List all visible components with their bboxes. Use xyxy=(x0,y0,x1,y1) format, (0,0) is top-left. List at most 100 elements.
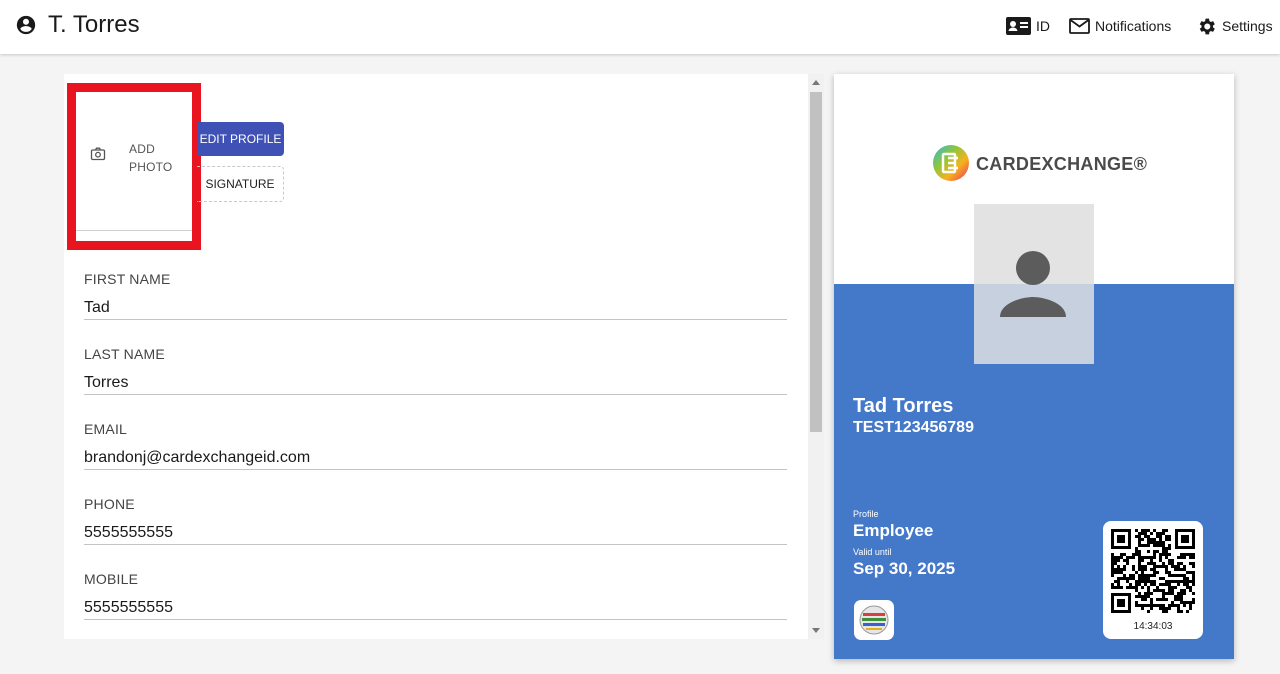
last-name-field: LAST NAME xyxy=(84,346,787,395)
qr-module xyxy=(1180,553,1183,556)
qr-module xyxy=(1126,559,1129,562)
qr-module xyxy=(1183,556,1186,559)
qr-module xyxy=(1162,550,1165,553)
qr-module xyxy=(1165,553,1168,556)
qr-module xyxy=(1189,589,1192,592)
card-holder-id: TEST123456789 xyxy=(853,419,974,436)
qr-module xyxy=(1168,538,1171,541)
qr-module xyxy=(1138,556,1141,559)
qr-module xyxy=(1159,556,1162,559)
qr-module xyxy=(1171,592,1174,595)
qr-timestamp: 14:34:03 xyxy=(1133,621,1173,632)
qr-module xyxy=(1189,607,1192,610)
qr-module xyxy=(1141,571,1144,574)
qr-module xyxy=(1141,604,1144,607)
qr-module xyxy=(1162,604,1165,607)
qr-module xyxy=(1186,580,1189,583)
qr-module xyxy=(1192,553,1195,556)
qr-module xyxy=(1135,604,1138,607)
qr-module xyxy=(1159,541,1162,544)
qr-module xyxy=(1141,607,1144,610)
scroll-up-arrow-icon[interactable] xyxy=(812,80,820,85)
qr-module xyxy=(1165,571,1168,574)
nav-settings-link[interactable]: Settings xyxy=(1196,13,1273,39)
first-name-input[interactable] xyxy=(84,296,787,320)
phone-input[interactable] xyxy=(84,521,787,545)
qr-module xyxy=(1186,553,1189,556)
qr-module xyxy=(1159,538,1162,541)
top-bar: T. Torres ID Notifications Settings xyxy=(0,0,1280,54)
qr-module xyxy=(1150,580,1153,583)
qr-module xyxy=(1183,553,1186,556)
qr-module xyxy=(1180,589,1183,592)
qr-module xyxy=(1165,556,1168,559)
qr-module xyxy=(1150,562,1153,565)
qr-module xyxy=(1111,559,1114,562)
qr-module xyxy=(1153,562,1156,565)
qr-module xyxy=(1165,547,1168,550)
qr-module xyxy=(1174,574,1177,577)
qr-module xyxy=(1189,571,1192,574)
qr-module xyxy=(1117,556,1120,559)
account-circle-icon[interactable] xyxy=(15,14,37,36)
qr-module xyxy=(1168,580,1171,583)
signature-button[interactable]: SIGNATURE xyxy=(197,166,284,202)
qr-module xyxy=(1174,604,1177,607)
qr-module xyxy=(1138,535,1141,538)
qr-module xyxy=(1138,532,1141,535)
qr-module xyxy=(1126,562,1129,565)
qr-module xyxy=(1162,562,1165,565)
qr-module xyxy=(1117,571,1120,574)
last-name-input[interactable] xyxy=(84,371,787,395)
nav-notifications-link[interactable]: Notifications xyxy=(1069,13,1171,39)
qr-module xyxy=(1162,583,1165,586)
qr-module xyxy=(1123,553,1126,556)
email-input[interactable] xyxy=(84,446,787,470)
qr-module xyxy=(1135,550,1138,553)
qr-module xyxy=(1168,535,1171,538)
qr-module xyxy=(1171,574,1174,577)
nav-id-link[interactable]: ID xyxy=(1006,13,1050,39)
scroll-down-arrow-icon[interactable] xyxy=(812,628,820,633)
qr-finder-bottom-left xyxy=(1111,593,1131,613)
qr-module xyxy=(1147,574,1150,577)
qr-module xyxy=(1189,562,1192,565)
qr-module xyxy=(1183,574,1186,577)
qr-module xyxy=(1174,586,1177,589)
qr-module xyxy=(1177,562,1180,565)
email-label: EMAIL xyxy=(84,421,128,437)
qr-module xyxy=(1159,604,1162,607)
qr-module xyxy=(1162,553,1165,556)
qr-module xyxy=(1138,544,1141,547)
mobile-input[interactable] xyxy=(84,596,787,620)
qr-module xyxy=(1144,577,1147,580)
first-name-field: FIRST NAME xyxy=(84,271,787,320)
qr-module xyxy=(1168,547,1171,550)
qr-module xyxy=(1135,586,1138,589)
qr-module xyxy=(1141,532,1144,535)
scroll-thumb[interactable] xyxy=(810,92,822,432)
nav-settings-label: Settings xyxy=(1222,18,1273,34)
qr-module xyxy=(1126,580,1129,583)
qr-module xyxy=(1141,565,1144,568)
qr-module xyxy=(1186,583,1189,586)
qr-module xyxy=(1156,535,1159,538)
edit-profile-button[interactable]: EDIT PROFILE xyxy=(197,122,284,156)
qr-module xyxy=(1138,559,1141,562)
add-photo-button[interactable]: ADD PHOTO xyxy=(67,83,201,250)
qr-module xyxy=(1138,568,1141,571)
qr-module xyxy=(1120,568,1123,571)
qr-module xyxy=(1132,586,1135,589)
qr-module xyxy=(1144,529,1147,532)
qr-module xyxy=(1174,595,1177,598)
qr-module xyxy=(1192,583,1195,586)
qr-module xyxy=(1159,583,1162,586)
qr-module xyxy=(1162,598,1165,601)
qr-module xyxy=(1147,556,1150,559)
qr-module xyxy=(1150,556,1153,559)
qr-module xyxy=(1192,574,1195,577)
qr-module xyxy=(1147,610,1150,613)
qr-module xyxy=(1144,535,1147,538)
qr-module xyxy=(1141,556,1144,559)
form-scrollbar[interactable] xyxy=(808,74,824,639)
